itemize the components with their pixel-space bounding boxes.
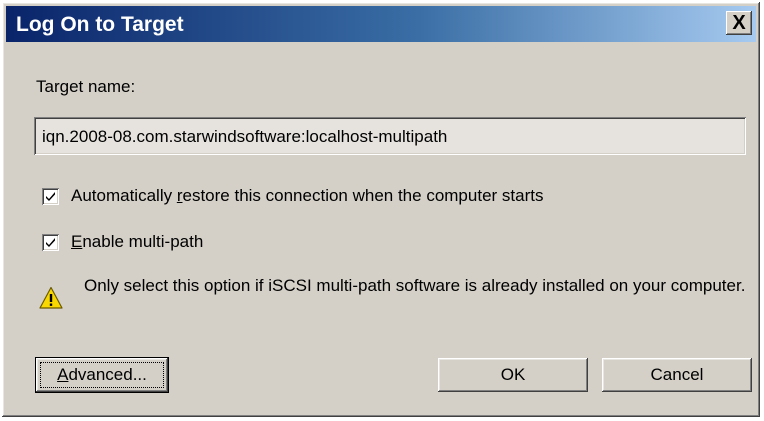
ok-button[interactable]: OK <box>438 358 588 392</box>
multipath-checkbox[interactable] <box>42 233 59 251</box>
auto-restore-label: Automatically restore this connection wh… <box>71 186 544 205</box>
cancel-button-label: Cancel <box>650 365 704 384</box>
title-bar[interactable]: Log On to Target X <box>6 6 756 42</box>
dialog-title: Log On to Target <box>16 13 184 36</box>
close-button[interactable]: X <box>726 11 752 35</box>
target-name-label: Target name: <box>36 77 136 96</box>
auto-restore-option[interactable]: Automatically restore this connection wh… <box>42 184 543 208</box>
checkmark-icon <box>46 191 55 201</box>
target-name-field[interactable]: iqn.2008-08.com.starwindsoftware:localho… <box>34 117 746 155</box>
ok-button-label: OK <box>500 365 526 384</box>
multipath-warning-text: Only select this option if iSCSI multi-p… <box>84 276 746 295</box>
auto-restore-checkbox[interactable] <box>42 187 59 205</box>
advanced-button[interactable]: Advanced... <box>35 357 169 393</box>
checkmark-icon <box>46 237 55 247</box>
multipath-label: Enable multi-path <box>71 232 204 251</box>
warning-icon <box>39 286 63 309</box>
log-on-to-target-dialog: Log On to Target X Target name: iqn.2008… <box>2 2 760 417</box>
target-name-value: iqn.2008-08.com.starwindsoftware:localho… <box>42 127 448 146</box>
multipath-option[interactable]: Enable multi-path <box>42 230 203 254</box>
advanced-button-label: Advanced... <box>57 365 147 384</box>
cancel-button[interactable]: Cancel <box>602 358 752 392</box>
close-icon: X <box>732 12 746 34</box>
